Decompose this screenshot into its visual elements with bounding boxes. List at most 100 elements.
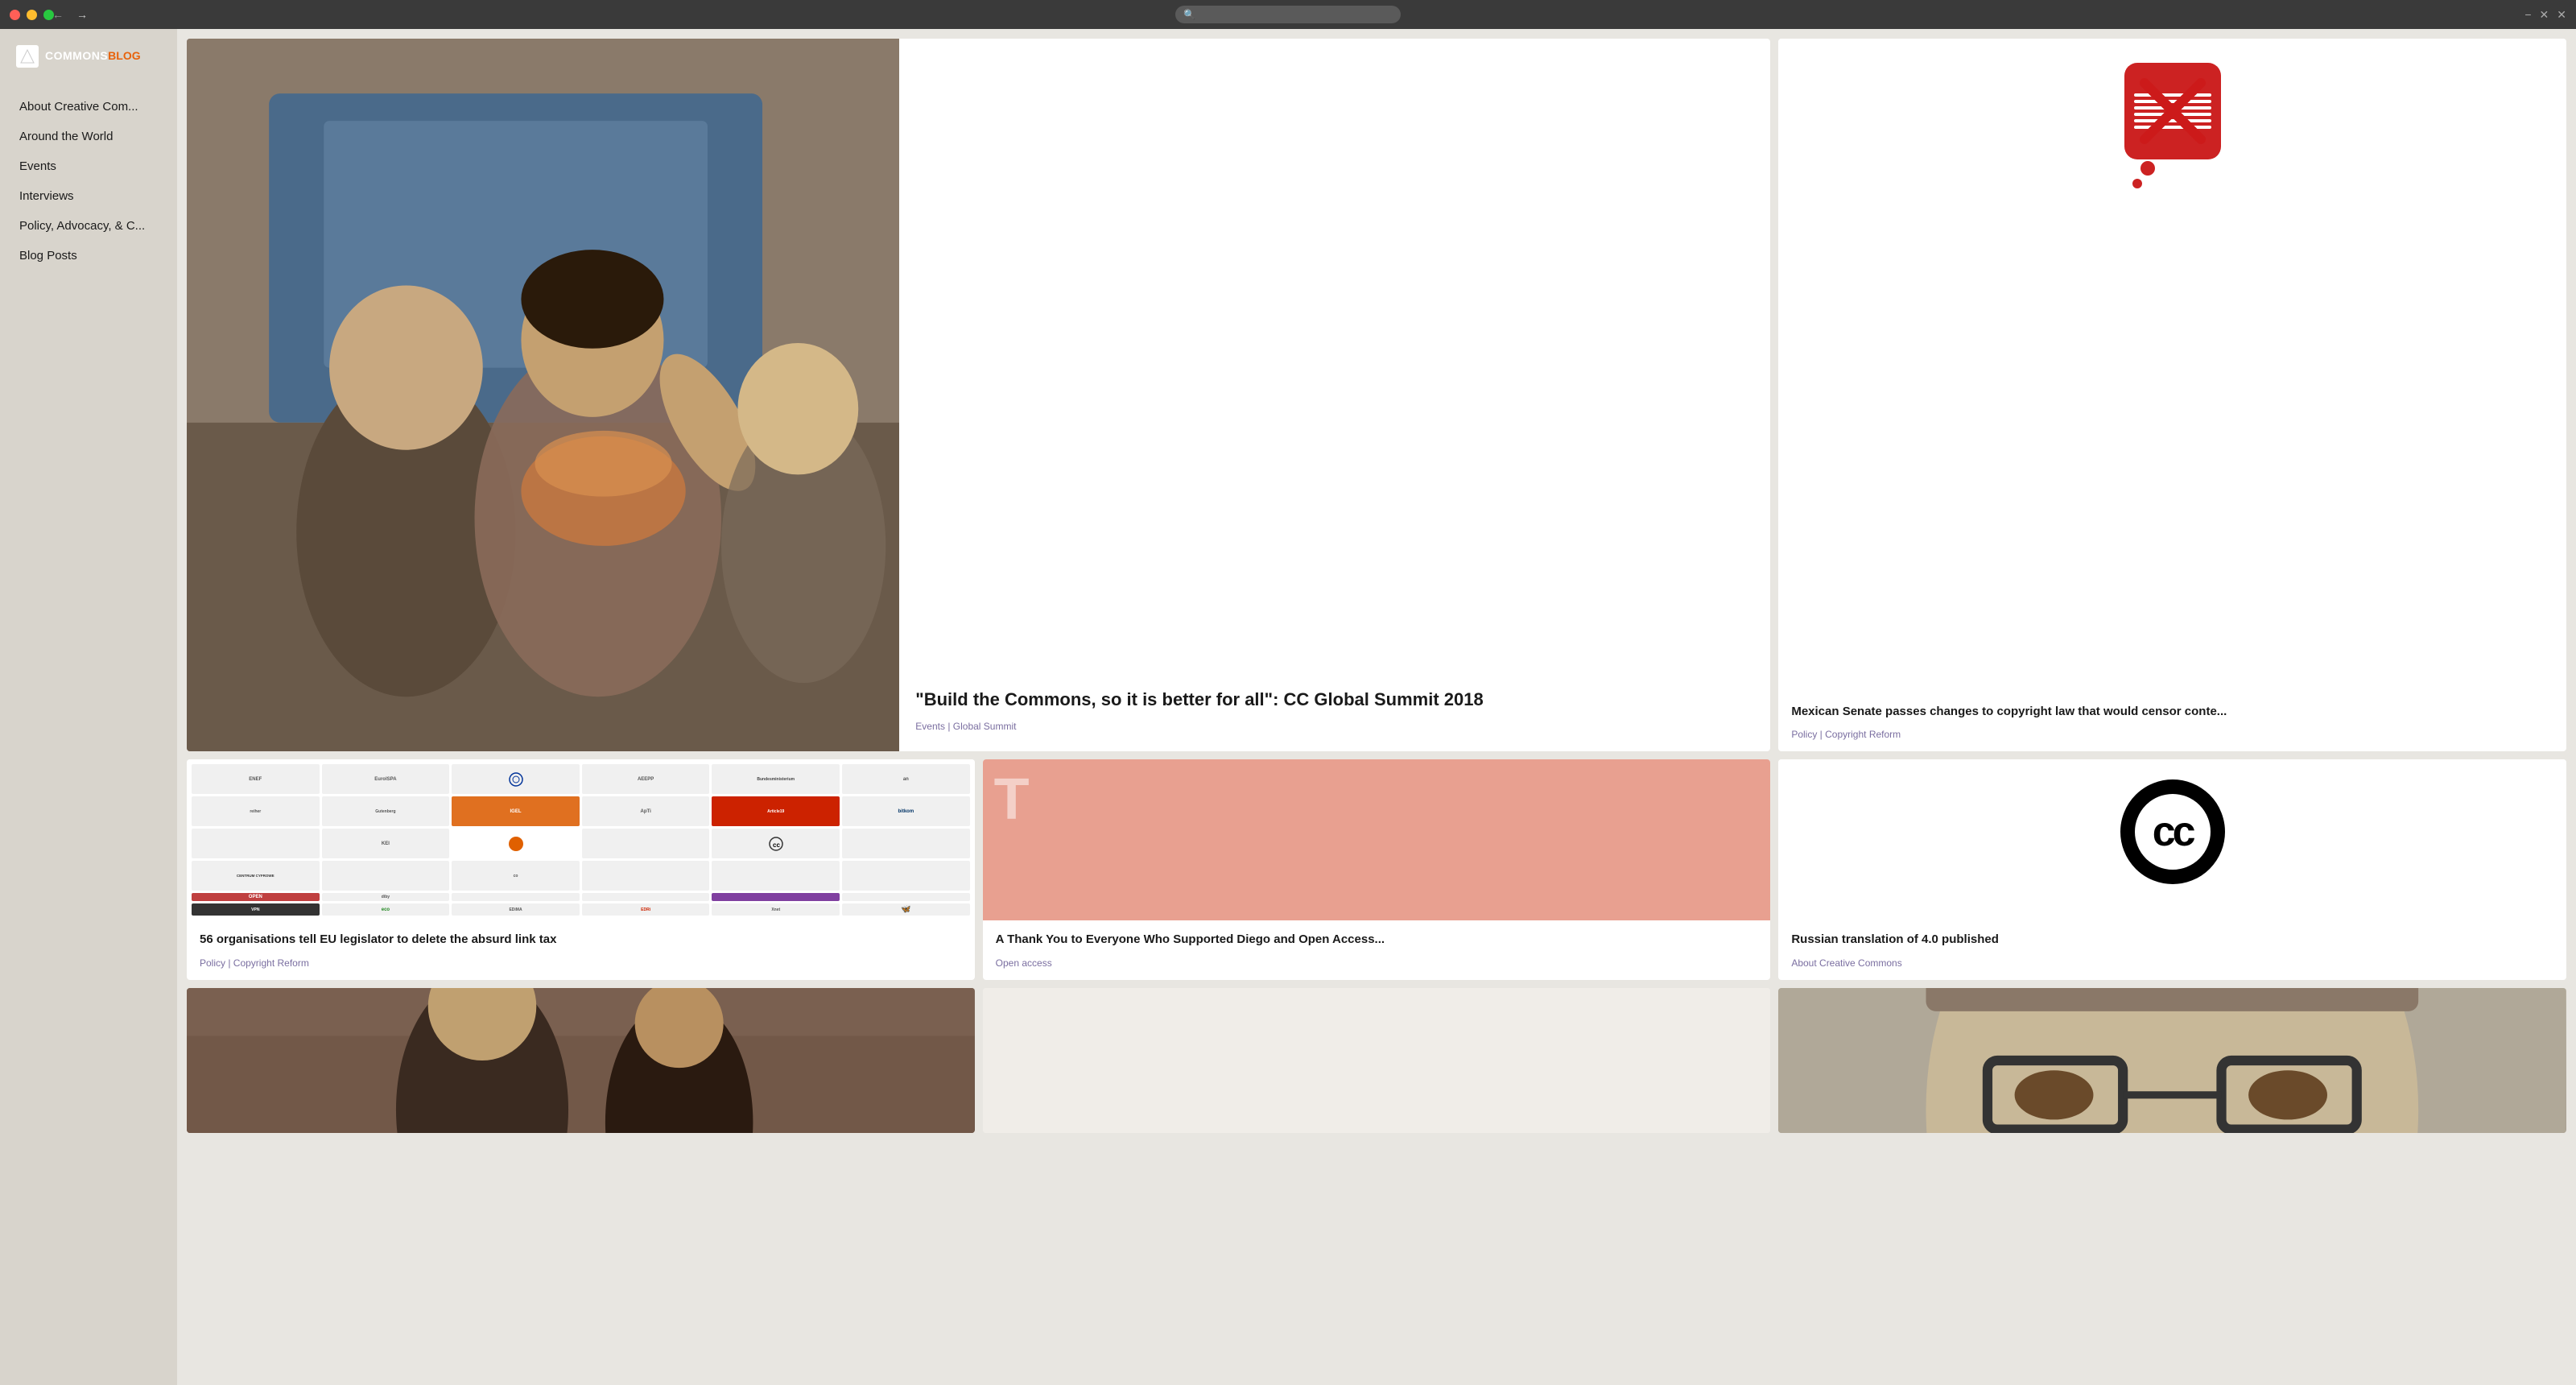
card-title: A Thank You to Everyone Who Supported Di… xyxy=(996,932,1758,948)
sidebar-item-about[interactable]: About Creative Com... xyxy=(0,92,177,122)
logo-text: COMMONSBLOG xyxy=(45,49,141,64)
logo-orange xyxy=(509,837,523,851)
card-body-diego: A Thank You to Everyone Who Supported Di… xyxy=(983,920,1771,980)
card-image-plain xyxy=(983,988,1771,1133)
nav-arrows: ← → xyxy=(48,6,92,23)
card-image-red-bubble xyxy=(1778,39,2566,184)
card-meta: Events | Global Summit xyxy=(915,721,1754,732)
logo-euroispa: EuroISPA xyxy=(322,764,450,794)
address-bar[interactable]: 🔍 xyxy=(1175,6,1401,23)
logo-cc: cc xyxy=(712,829,840,858)
logo-eco: eco xyxy=(322,903,450,916)
logo-gutenberg: Gutenberg xyxy=(322,796,450,826)
minimize-button[interactable] xyxy=(27,10,37,20)
cc-circle: cc xyxy=(2120,779,2225,884)
card-body-link-tax: 56 organisations tell EU legislator to d… xyxy=(187,920,975,980)
card-body-russian-translation: Russian translation of 4.0 published Abo… xyxy=(1778,904,2566,980)
logo-kei: KEI xyxy=(322,829,450,858)
card-russian-translation[interactable]: cc Russian translation of 4.0 published … xyxy=(1778,759,2566,980)
sidebar-logo: COMMONSBLOG xyxy=(0,45,177,92)
logo-enef: ENEF xyxy=(192,764,320,794)
logo-igel: IGEL xyxy=(452,796,580,826)
sidebar-item-blog-posts[interactable]: Blog Posts xyxy=(0,241,177,271)
sidebar-item-policy[interactable]: Policy, Advocacy, & C... xyxy=(0,211,177,241)
logo-article19: Article19 xyxy=(712,796,840,826)
card-bottom-2[interactable] xyxy=(983,988,1771,1133)
face-svg xyxy=(1778,988,2566,1133)
plain-svg xyxy=(983,988,1771,1133)
minimize-icon[interactable]: − xyxy=(2524,8,2531,22)
titlebar: ← → 🔍 − ✕ ✕ xyxy=(0,0,2576,29)
card-image-wrap xyxy=(187,39,899,751)
logo-icon xyxy=(16,45,39,68)
window-controls xyxy=(10,10,54,20)
logo-eu xyxy=(452,764,580,794)
logo-vpn: VPN xyxy=(192,903,320,916)
x-svg xyxy=(2136,75,2209,147)
card-title: Mexican Senate passes changes to copyrig… xyxy=(1791,704,2553,720)
card-image-stone-wall xyxy=(187,988,975,1133)
card-title: 56 organisations tell EU legislator to d… xyxy=(200,932,962,948)
logo-purple xyxy=(712,893,840,901)
card-global-summit[interactable]: "Build the Commons, so it is better for … xyxy=(187,39,1770,751)
back-button[interactable]: ← xyxy=(48,6,68,23)
logo-empty2 xyxy=(582,829,710,858)
card-diego[interactable]: T A Thank You to Everyone Who Supported … xyxy=(983,759,1771,980)
card-title: "Build the Commons, so it is better for … xyxy=(915,688,1754,712)
bubble-x-mark xyxy=(2128,87,2218,135)
people-photo-svg xyxy=(187,39,899,751)
logo-open: OPEN xyxy=(192,893,320,901)
card-body-global-summit: "Build the Commons, so it is better for … xyxy=(899,39,1770,751)
main-content: "Build the Commons, so it is better for … xyxy=(177,29,2576,1385)
card-link-tax[interactable]: ENEF EuroISPA AEEPP Bundesministerium an… xyxy=(187,759,975,980)
logo-bitkom: bitkom xyxy=(842,796,970,826)
commons-icon-svg xyxy=(19,48,35,64)
logo-diby: diby xyxy=(322,893,450,901)
card-bottom-3[interactable] xyxy=(1778,988,2566,1133)
logo-ministry: Bundesministerium xyxy=(712,764,840,794)
sidebar: COMMONSBLOG About Creative Com... Around… xyxy=(0,29,177,1385)
logo-empty4 xyxy=(322,861,450,891)
card-image-logo-collage: ENEF EuroISPA AEEPP Bundesministerium an… xyxy=(187,759,975,920)
sidebar-item-interviews[interactable]: Interviews xyxy=(0,181,177,211)
card-image-cc-logo: cc xyxy=(1778,759,2566,904)
logo-empty10 xyxy=(842,893,970,901)
salmon-letter-t: T xyxy=(994,771,1030,829)
logo-centrum: CENTRUM CYFROWE xyxy=(192,861,320,891)
global-summit-photo xyxy=(187,39,899,751)
logo-empty5 xyxy=(582,861,710,891)
search-input[interactable] xyxy=(1200,9,1393,20)
card-mexican-senate[interactable]: Mexican Senate passes changes to copyrig… xyxy=(1778,39,2566,751)
logo-empty9 xyxy=(582,893,710,901)
logo-reiher: reiher xyxy=(192,796,320,826)
logo-edima: EDiMA xyxy=(452,903,580,916)
window-actions: − ✕ ✕ xyxy=(2524,8,2566,22)
logo-apti: ApTi xyxy=(582,796,710,826)
card-meta: Policy | Copyright Reform xyxy=(200,957,962,969)
logo-blog: BLOG xyxy=(108,49,140,62)
logo-aeepp: AEEPP xyxy=(582,764,710,794)
logo-commons: COMMONS xyxy=(45,49,108,62)
close-button[interactable] xyxy=(10,10,20,20)
speech-bubble xyxy=(2124,63,2221,159)
bubble-lines xyxy=(2134,93,2211,129)
card-bottom-1[interactable] xyxy=(187,988,975,1133)
sidebar-nav: About Creative Com... Around the World E… xyxy=(0,92,177,271)
forward-button[interactable]: → xyxy=(72,6,92,23)
card-meta: Open access xyxy=(996,957,1758,969)
article-grid: "Build the Commons, so it is better for … xyxy=(187,39,2566,1133)
sidebar-item-around-the-world[interactable]: Around the World xyxy=(0,122,177,151)
logo-an: an xyxy=(842,764,970,794)
logo-edri: EDRi xyxy=(582,903,710,916)
card-title: Russian translation of 4.0 published xyxy=(1791,932,2553,948)
card-meta: About Creative Commons xyxy=(1791,957,2553,969)
restore-icon[interactable]: ✕ xyxy=(2540,8,2549,22)
sidebar-item-events[interactable]: Events xyxy=(0,151,177,181)
search-icon: 🔍 xyxy=(1183,9,1195,20)
logo-empty7 xyxy=(842,861,970,891)
card-body-mexican-senate: Mexican Senate passes changes to copyrig… xyxy=(1778,184,2566,751)
logo-empty3 xyxy=(842,829,970,858)
logo-butterfly: 🦋 xyxy=(842,903,970,916)
logo-grid: ENEF EuroISPA AEEPP Bundesministerium an… xyxy=(187,759,975,920)
close-x-icon[interactable]: ✕ xyxy=(2557,8,2566,22)
